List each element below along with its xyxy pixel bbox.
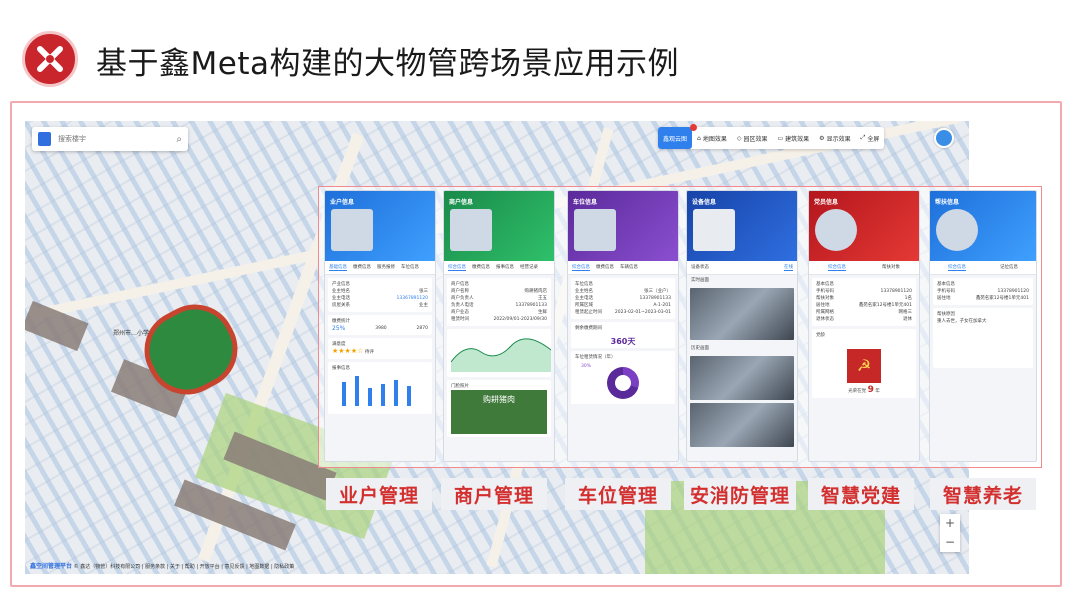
info-card: 产业信息 业主姓名 张三 业主电话 13367891120 房屋关系 业主 <box>328 278 432 312</box>
building-photo <box>450 209 492 251</box>
map-toolbar: 鑫观云图 ⌂ 地图效果 ◇ 园区效果 ▭ 建筑效果 ⚙ 显示效果 ⤢ 全屏 <box>658 124 885 149</box>
toolbar-item-building[interactable]: ▭ 建筑效果 <box>772 127 814 149</box>
footer-brand: 鑫空间管理平台 <box>30 563 73 570</box>
party-age-card: 党龄 ☭ 光荣在党 9 年 <box>812 329 916 398</box>
label-parking-management: 车位管理 <box>565 478 671 510</box>
label-owner-management: 业户管理 <box>326 478 432 510</box>
device-info-panel: 设备信息 设备状态 在线 实时画面 历史画面 <box>686 190 798 462</box>
search-box[interactable]: ⌕ <box>32 127 188 151</box>
label-smart-party: 智慧党建 <box>808 478 914 510</box>
fullscreen-icon: ⤢ <box>860 134 866 141</box>
map-footer: 鑫空间管理平台 © 鑫达（物管）科技有限公司 | 服务条款 | 关于 | 帮助 … <box>30 561 294 570</box>
party-member-panel: 党员信息 综合信息 帮扶对象 基本信息 手机号码 13378901120 帮扶对象… <box>808 190 920 462</box>
merchant-info-panel: 商户信息 综合信息 缴费信息 报事信息 经营记录 商户信息 商户名称 购耕猪肉店 … <box>443 190 555 462</box>
search-input[interactable] <box>58 135 158 143</box>
panel-tabs: 综合信息 记位信息 <box>930 261 1036 275</box>
user-avatar[interactable] <box>934 128 954 148</box>
panel-tabs: 综合信息 缴费信息 车辆信息 <box>568 261 678 275</box>
panel-tabs: 设备状态 在线 <box>687 261 797 275</box>
satisfaction-card: 满意度 ★★★★☆ 待评 <box>328 338 432 359</box>
portrait-photo <box>815 209 857 251</box>
school-label: 郑州市…小学 <box>113 330 150 337</box>
history-video-2[interactable] <box>690 403 794 447</box>
report-chart-card: 报事信息 <box>328 362 432 414</box>
payment-stats-card: 缴费统计 25% 3980 2870 <box>328 315 432 335</box>
search-icon[interactable]: ⌕ <box>176 134 182 145</box>
zoom-control: + − <box>940 514 960 552</box>
toolbar-item-cloud[interactable]: 鑫观云图 <box>658 127 693 149</box>
app-icon <box>38 132 51 146</box>
tab-parking[interactable]: 车位信息 <box>401 264 419 271</box>
building-photo <box>331 209 373 251</box>
zoom-out-button[interactable]: − <box>940 533 960 552</box>
notification-dot <box>690 124 697 131</box>
map-icon: ⌂ <box>697 134 701 142</box>
panel-tabs: 综合信息 缴费信息 报事信息 经营记录 <box>444 261 554 275</box>
tab-basic[interactable]: 基础信息 <box>329 264 347 271</box>
toolbar-item-map[interactable]: ⌂ 地图效果 <box>692 127 732 149</box>
label-smart-elderly-care: 智慧养老 <box>930 478 1036 510</box>
donut-chart <box>607 367 639 399</box>
storefront-photo: 购耕猪肉 <box>451 390 547 434</box>
panel-tabs: 综合信息 帮扶对象 <box>809 261 919 275</box>
area-chart <box>447 329 552 377</box>
label-merchant-management: 商户管理 <box>441 478 547 510</box>
owner-info-panel: 业户信息 基础信息 缴费信息 服务报修 车位信息 产业信息 业主姓名 张三 业主电… <box>324 190 436 462</box>
toolbar-item-display[interactable]: ⚙ 显示效果 <box>814 127 855 149</box>
park-icon: ◇ <box>736 134 742 142</box>
info-card: 基本信息 手机号码 13378901120 帮扶对象 1名 居住地 鑫苑名家12号楼1… <box>812 278 916 326</box>
reason-card: 帮扶原因 重人去世，子女在加拿大 <box>933 308 1033 368</box>
party-flag-icon: ☭ <box>847 349 881 383</box>
tab-payment[interactable]: 缴费信息 <box>353 264 371 271</box>
zoom-in-button[interactable]: + <box>940 514 960 533</box>
toolbar-item-park[interactable]: ◇ 园区效果 <box>732 127 773 149</box>
info-card: 基本信息 手机号码 13378901120 居住地 鑫苑名家12号楼1单元401 <box>933 278 1033 305</box>
parking-info-panel: 车位信息 综合信息 缴费信息 车辆信息 车位信息 业主姓名 张三（业户） 业主电话… <box>567 190 679 462</box>
elderly-care-panel: 帮扶信息 综合信息 记位信息 基本信息 手机号码 13378901120 居住地鑫… <box>929 190 1037 462</box>
rental-donut-card: 车位租赁情况（年） 30% <box>571 351 675 404</box>
footer-text[interactable]: © 鑫达（物管）科技有限公司 | 服务条款 | 关于 | 帮助 | 开放平台 |… <box>74 564 295 570</box>
history-video-1[interactable] <box>690 356 794 400</box>
storefront-card: 门脸照片 购耕猪肉 <box>447 380 551 437</box>
panel-header: 业户信息 <box>325 191 435 261</box>
panel-tabs: 基础信息 缴费信息 服务报修 车位信息 <box>325 261 435 275</box>
info-card: 商户信息 商户名称 购耕猪肉店 商户负责人 王五 负责人电话 13378901133 … <box>447 278 551 326</box>
parking-photo <box>574 209 616 251</box>
star-icon: ★★★★☆ <box>332 347 364 355</box>
info-card: 车位信息 业主姓名 张三（业户） 业主电话 13378901133 所属区域 A-1-… <box>571 278 675 319</box>
remaining-days-card: 剩余缴费期间 360天 <box>571 322 675 348</box>
tab-repair[interactable]: 服务报修 <box>377 264 395 271</box>
camera-photo <box>693 209 735 251</box>
live-video[interactable] <box>690 288 794 340</box>
page-title: 基于鑫Meta构建的大物管跨场景应用示例 <box>96 46 679 82</box>
gear-icon: ⚙ <box>819 134 825 142</box>
brand-logo <box>22 31 78 87</box>
toolbar-item-fullscreen[interactable]: ⤢ 全屏 <box>856 127 885 149</box>
portrait-photo <box>936 209 978 251</box>
label-security-fire-management: 安消防管理 <box>684 478 796 510</box>
building-icon: ▭ <box>777 134 784 142</box>
